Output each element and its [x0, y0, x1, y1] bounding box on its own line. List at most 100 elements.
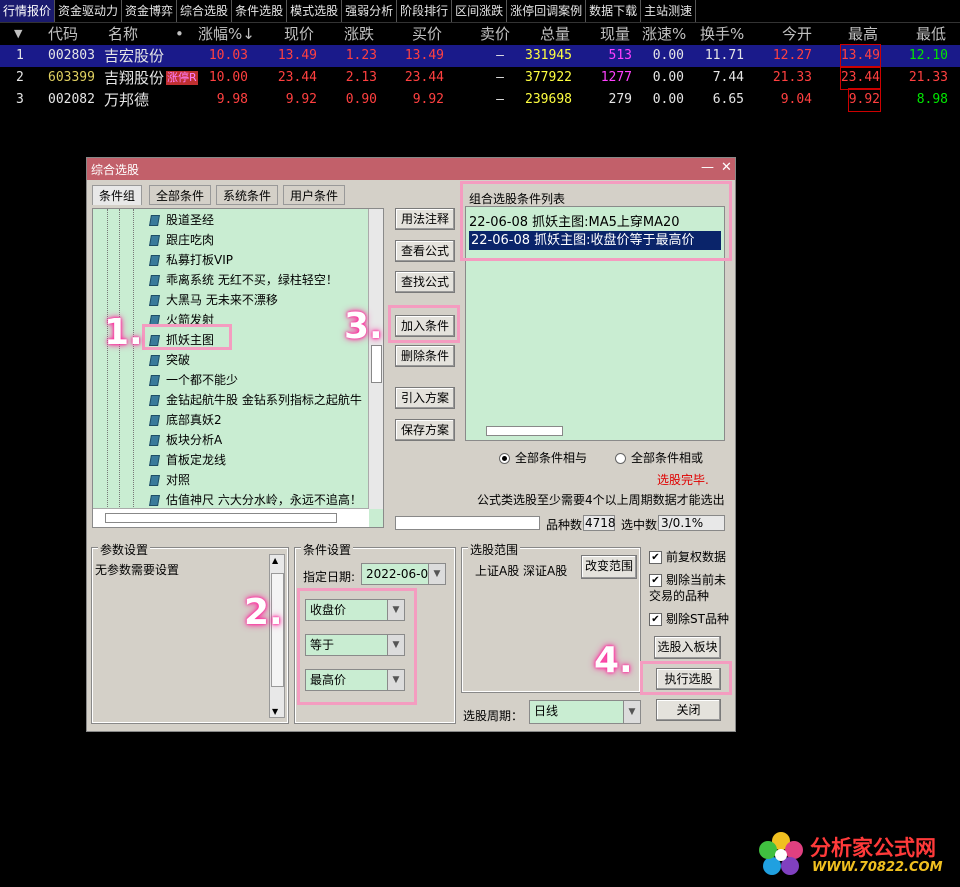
change-range-button[interactable]: 改变范围	[581, 555, 637, 579]
header-high[interactable]: 最高	[848, 23, 878, 45]
chevron-down-icon[interactable]: ▼	[623, 701, 640, 723]
tree-item[interactable]: 突破	[149, 350, 190, 370]
toolbar-tab-download[interactable]: 数据下载	[586, 0, 642, 22]
check-label: 前复权数据	[666, 550, 727, 564]
quote-header-row: ▼ 代码 名称 • 涨幅%↓ 现价 涨跌 买价 卖价 总量 现量 涨速% 换手%…	[0, 23, 960, 45]
header-volume[interactable]: 总量	[540, 23, 570, 45]
tree-item[interactable]: 一个都不能少	[149, 370, 238, 390]
toolbar-tab-strength[interactable]: 强弱分析	[342, 0, 398, 22]
note-text: 公式类选股至少需要4个以上周期数据才能选出	[477, 493, 725, 507]
tree-scroll-thumb[interactable]	[371, 345, 382, 383]
header-code[interactable]: 代码	[48, 23, 78, 45]
tree-item[interactable]: 首板定龙线	[149, 450, 226, 470]
checkbox-checked-icon[interactable]: ✔	[649, 574, 662, 587]
tree-item[interactable]: 估值神尺 六大分水岭，永远不追高！	[149, 490, 362, 510]
condition-tree[interactable]: 股道圣经 跟庄吃肉 私募打板VIP 乖离系统 无红不买，绿柱轻空！ 大黑马 无未…	[92, 208, 384, 528]
watermark-text: 分析家公式网	[810, 836, 936, 860]
date-picker[interactable]: 2022-06-08 ▼	[361, 563, 446, 585]
toolbar-tab-limit-cases[interactable]: 涨停回调案例	[507, 0, 587, 22]
toolbar-tab-pattern-pick[interactable]: 模式选股	[287, 0, 343, 22]
tab-system-conditions[interactable]: 系统条件	[216, 185, 279, 205]
checkbox-checked-icon[interactable]: ✔	[649, 613, 662, 626]
step-marker-4: 4.	[594, 640, 633, 681]
tree-item[interactable]: 私募打板VIP	[149, 250, 233, 270]
toolbar-tab-range-change[interactable]: 区间涨跌	[452, 0, 508, 22]
toolbar-tab-condition-pick[interactable]: 条件选股	[232, 0, 288, 22]
header-open[interactable]: 今开	[782, 23, 812, 45]
tree-item[interactable]: 板块分析A	[149, 430, 222, 450]
header-change[interactable]: 涨跌	[344, 23, 374, 45]
sort-arrow-icon[interactable]: ▼	[14, 23, 22, 45]
toolbar-tab-speedtest[interactable]: 主站测速	[641, 0, 697, 22]
save-scheme-button[interactable]: 保存方案	[395, 419, 455, 441]
param-scrollbar[interactable]: ▲ ▼	[269, 554, 285, 718]
tab-condition-group[interactable]: 条件组	[92, 185, 143, 205]
quote-row[interactable]: 1 002803 吉宏股份 10.03 13.49 1.23 13.49 — 3…	[0, 44, 960, 68]
header-ask[interactable]: 卖价	[480, 23, 510, 45]
radio-all-and[interactable]: 全部条件相与	[499, 449, 587, 466]
header-current-volume[interactable]: 现量	[600, 23, 630, 45]
toolbar-tab-quote[interactable]: 行情报价	[0, 0, 56, 22]
delete-condition-button[interactable]: 删除条件	[395, 345, 455, 367]
tree-horizontal-scrollbar[interactable]	[93, 508, 369, 527]
tree-item[interactable]: 底部真妖2	[149, 410, 222, 430]
dialog-titlebar[interactable]: 综合选股 — ✕	[87, 158, 735, 180]
header-price[interactable]: 现价	[284, 23, 314, 45]
toolbar-tab-composite-pick[interactable]: 综合选股	[177, 0, 233, 22]
add-to-block-button[interactable]: 选股入板块	[654, 636, 721, 659]
close-icon[interactable]: ✕	[721, 160, 732, 175]
ask: —	[496, 92, 504, 107]
row-index: 3	[16, 92, 24, 107]
scroll-up-icon[interactable]: ▲	[272, 556, 278, 565]
list-hscroll-thumb[interactable]	[486, 426, 563, 436]
turnover: 7.44	[712, 70, 744, 85]
import-scheme-button[interactable]: 引入方案	[395, 387, 455, 409]
header-turnover[interactable]: 换手%	[700, 23, 744, 45]
tab-user-conditions[interactable]: 用户条件	[283, 185, 346, 205]
tree-item[interactable]: 乖离系统 无红不买，绿柱轻空！	[149, 270, 338, 290]
tree-item[interactable]: 大黑马 无未来不漂移	[149, 290, 278, 310]
tree-item[interactable]: 跟庄吃肉	[149, 230, 214, 250]
view-formula-button[interactable]: 查看公式	[395, 240, 455, 262]
toolbar-tab-fund-drive[interactable]: 资金驱动力	[55, 0, 123, 22]
tab-all-conditions[interactable]: 全部条件	[149, 185, 212, 205]
header-pct[interactable]: 涨幅%↓	[198, 23, 255, 45]
chevron-down-icon[interactable]: ▼	[428, 564, 445, 584]
toolbar-tab-fund-game[interactable]: 资金博弈	[122, 0, 178, 22]
header-speed[interactable]: 涨速%	[642, 23, 686, 45]
usage-notes-button[interactable]: 用法注释	[395, 208, 455, 230]
quote-table: ▼ 代码 名称 • 涨幅%↓ 现价 涨跌 买价 卖价 总量 现量 涨速% 换手%…	[0, 23, 960, 112]
check-exclude-st[interactable]: ✔ 剔除ST品种	[649, 610, 729, 627]
header-low[interactable]: 最低	[916, 23, 946, 45]
tree-item[interactable]: 金钻起航牛股 金钻系列指标之起航牛	[149, 390, 362, 410]
date-value: 2022-06-08	[366, 567, 436, 581]
scroll-down-icon[interactable]: ▼	[272, 707, 278, 716]
current-volume: 279	[608, 92, 632, 107]
bid: 9.92	[412, 92, 444, 107]
header-bid[interactable]: 买价	[412, 23, 442, 45]
volume: 377922	[525, 70, 572, 85]
radio-label: 全部条件相与	[515, 451, 588, 465]
minimize-icon[interactable]: —	[701, 160, 714, 175]
header-name[interactable]: 名称	[108, 23, 138, 45]
check-forward-adjust[interactable]: ✔ 前复权数据	[649, 548, 726, 565]
tree-item[interactable]: 股道圣经	[149, 210, 214, 230]
header-dot: •	[175, 25, 184, 43]
status-text: 选股完毕.	[657, 473, 709, 487]
checkbox-checked-icon[interactable]: ✔	[649, 551, 662, 564]
find-formula-button[interactable]: 查找公式	[395, 271, 455, 293]
tree-hscroll-thumb[interactable]	[105, 513, 337, 523]
high: 23.44	[839, 66, 882, 90]
period-label: 选股周期：	[463, 709, 524, 723]
tree-vertical-scrollbar[interactable]	[368, 209, 383, 509]
pct-change: 10.03	[208, 48, 248, 63]
period-select[interactable]: 日线 ▼	[529, 700, 641, 724]
check-exclude-untraded[interactable]: ✔ 剔除当前未交易的品种	[649, 572, 734, 604]
close-button[interactable]: 关闭	[656, 699, 721, 721]
tree-item[interactable]: 对照	[149, 470, 190, 490]
quote-row[interactable]: 2 603399 吉翔股份 涨停R 10.00 23.44 2.13 23.44…	[0, 66, 960, 90]
toolbar-tab-stage-rank[interactable]: 阶段排行	[397, 0, 453, 22]
radio-all-or[interactable]: 全部条件相或	[615, 449, 703, 466]
quote-row[interactable]: 3 002082 万邦德 9.98 9.92 0.90 9.92 — 23969…	[0, 88, 960, 112]
top-toolbar: 行情报价 资金驱动力 资金博弈 综合选股 条件选股 模式选股 强弱分析 阶段排行…	[0, 0, 960, 23]
